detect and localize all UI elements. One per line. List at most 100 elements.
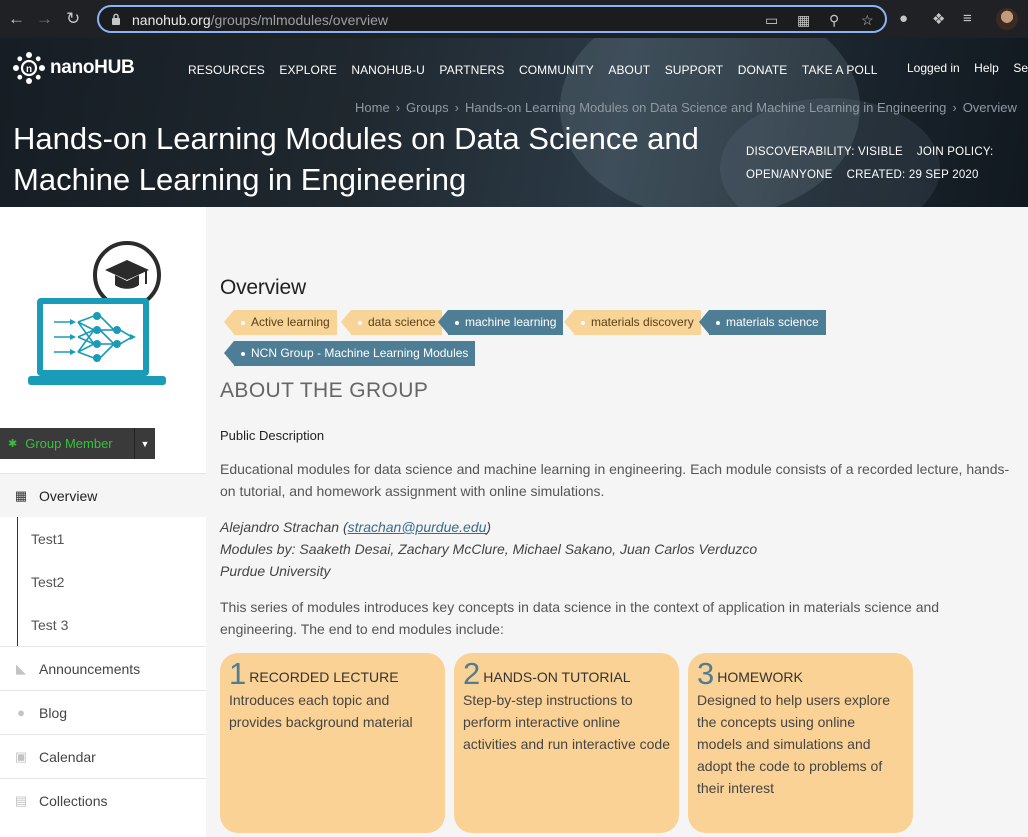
logged-in-link[interactable]: Logged in <box>907 61 960 75</box>
description-line: Educational modules for data science and… <box>220 461 1010 477</box>
join-policy-value: OPEN/ANYONE <box>746 169 833 181</box>
tag-machine-learning[interactable]: machine learning <box>437 310 564 335</box>
breadcrumb-group[interactable]: Hands-on Learning Modules on Data Scienc… <box>465 100 946 115</box>
description-paragraph: Educational modules for data science and… <box>220 458 1028 502</box>
public-description-label: Public Description <box>220 428 325 443</box>
author-name: Alejandro Strachan ( <box>220 519 348 535</box>
group-member-button[interactable]: ✱ Group Member ▼ <box>0 428 155 459</box>
subnav-item-test1[interactable]: Test1 <box>18 517 206 560</box>
nav-community[interactable]: COMMUNITY <box>519 63 594 77</box>
tag-materials-science[interactable]: materials science <box>699 310 826 335</box>
sidebar-item-calendar[interactable]: ▣ Calendar <box>0 734 206 778</box>
module-card: 2 HANDS-ON TUTORIAL Step-by-step instruct… <box>454 653 679 833</box>
logo-text: nanoHUB <box>50 57 135 78</box>
about-heading: ABOUT THE GROUP <box>220 379 429 402</box>
calendar-icon: ▣ <box>14 748 28 764</box>
bookmark-star-icon[interactable]: ☆ <box>861 12 874 29</box>
card-title: HANDS-ON TUTORIAL <box>483 669 631 685</box>
main-content: Overview Active learning data science ma… <box>206 207 1028 837</box>
site-logo[interactable]: n nanoHUB <box>12 51 135 85</box>
sidebar-item-collections[interactable]: ▤ Collections <box>0 778 206 822</box>
url-text: nanohub.org/groups/mlmodules/overview <box>132 12 389 28</box>
sidebar-item-announcements[interactable]: ◣ Announcements <box>0 646 206 690</box>
nav-resources[interactable]: RESOURCES <box>188 63 265 77</box>
gear-icon: ✱ <box>8 438 18 450</box>
card-number: 3 <box>697 656 715 691</box>
overview-subnav: Test1 Test2 Test 3 <box>17 517 206 646</box>
module-card: 1 RECORDED LECTURE Introduces each topic … <box>220 653 445 833</box>
page-title: Hands-on Learning Modules on Data Scienc… <box>13 121 699 197</box>
author-email-link[interactable]: strachan@purdue.edu <box>348 519 487 535</box>
dropdown-caret-icon[interactable]: ▼ <box>134 428 155 459</box>
author-close: ) <box>486 519 492 535</box>
nav-support[interactable]: SUPPORT <box>665 63 724 77</box>
qr-icon[interactable]: ▦ <box>797 12 810 29</box>
tag-data-science[interactable]: data science <box>340 310 443 335</box>
tag-ncn-group[interactable]: NCN Group - Machine Learning Modules <box>223 341 476 366</box>
card-number: 1 <box>229 656 247 691</box>
profile-avatar[interactable] <box>996 8 1018 30</box>
card-description: Introduces each topic and provides backg… <box>229 692 413 730</box>
nav-take-a-poll[interactable]: TAKE A POLL <box>802 63 878 77</box>
created-date: CREATED: 29 SEP 2020 <box>846 169 979 181</box>
sidebar-item-label: Calendar <box>39 748 96 765</box>
breadcrumb: Home › Groups › Hands-on Learning Modules on… <box>355 100 1017 115</box>
series-paragraph: This series of modules introduces key co… <box>220 596 1028 640</box>
card-title: HOMEWORK <box>717 669 803 685</box>
overview-heading: Overview <box>220 276 306 299</box>
author-line: Alejandro Strachan (strachan@purdue.edu) <box>220 516 757 538</box>
breadcrumb-home[interactable]: Home <box>355 100 390 115</box>
svg-text:n: n <box>26 64 32 75</box>
lock-icon <box>112 13 120 25</box>
puzzle-icon[interactable]: ❖ <box>932 10 945 28</box>
description-line: on tutorial, and homework assignment wit… <box>220 483 605 499</box>
tag-materials-discovery[interactable]: materials discovery <box>564 310 701 335</box>
join-policy-label: JOIN POLICY: <box>916 146 994 158</box>
author-block: Alejandro Strachan (strachan@purdue.edu)… <box>220 516 757 582</box>
sidebar-item-blog[interactable]: ● Blog <box>0 690 206 734</box>
sidebar-item-label: Overview <box>39 487 98 504</box>
modules-by: Modules by: Saaketh Desai, Zachary McClu… <box>220 541 758 557</box>
tag-active-learning[interactable]: Active learning <box>224 310 337 335</box>
card-number: 2 <box>463 656 481 691</box>
site-header: n nanoHUB RESOURCES EXPLORE NANOHUB-U PA… <box>0 38 1028 207</box>
reload-icon[interactable]: ↻ <box>66 9 80 29</box>
card-title: RECORDED LECTURE <box>249 669 399 685</box>
user-nav: Logged in Help Search <box>907 59 1028 77</box>
extension-icon[interactable]: ● <box>899 10 908 27</box>
group-nav: ▦ Overview Test1 Test2 Test 3 ◣ Announce… <box>0 473 206 822</box>
nanohub-logo-icon: n <box>13 52 45 84</box>
series-line: engineering. The end to end modules incl… <box>220 621 504 637</box>
group-member-label: Group Member <box>25 436 113 451</box>
main-nav: RESOURCES EXPLORE NANOHUB-U PARTNERS COM… <box>188 63 892 77</box>
module-card: 3 HOMEWORK Designed to help users explore… <box>688 653 913 833</box>
megaphone-icon: ◣ <box>16 660 26 676</box>
search-link[interactable]: Search <box>1013 61 1028 75</box>
zoom-icon[interactable]: ⚲ <box>829 12 839 29</box>
discoverability-label: DISCOVERABILITY: VISIBLE <box>746 146 903 158</box>
cast-icon[interactable]: ▭ <box>765 12 778 29</box>
help-link[interactable]: Help <box>974 61 999 75</box>
group-member-main[interactable]: ✱ Group Member <box>0 428 134 459</box>
breadcrumb-overview: Overview <box>962 100 1017 115</box>
back-icon[interactable]: ← <box>8 9 25 29</box>
nav-nanohub-u[interactable]: NANOHUB-U <box>351 63 425 77</box>
nav-explore[interactable]: EXPLORE <box>279 63 336 77</box>
nav-about[interactable]: ABOUT <box>608 63 650 77</box>
sidebar-item-label: Collections <box>39 792 108 809</box>
nav-partners[interactable]: PARTNERS <box>439 63 504 77</box>
sidebar-item-overview[interactable]: ▦ Overview <box>0 473 206 517</box>
group-logo-image <box>28 241 166 385</box>
collections-icon: ▤ <box>14 792 28 808</box>
card-description: Designed to help users explore the conce… <box>697 692 891 796</box>
series-line: This series of modules introduces key co… <box>220 599 940 615</box>
subnav-item-test2[interactable]: Test2 <box>18 560 206 603</box>
media-queue-icon[interactable]: ≡ <box>963 10 972 27</box>
sidebar-item-label: Blog <box>39 704 68 721</box>
subnav-item-test3[interactable]: Test 3 <box>18 603 206 646</box>
address-bar[interactable]: nanohub.org/groups/mlmodules/overview ▭ … <box>97 5 887 33</box>
forward-icon[interactable]: → <box>36 9 53 29</box>
breadcrumb-groups[interactable]: Groups <box>406 100 449 115</box>
group-meta: DISCOVERABILITY: VISIBLE JOIN POLICY: OPE… <box>746 141 1007 187</box>
nav-donate[interactable]: DONATE <box>738 63 788 77</box>
